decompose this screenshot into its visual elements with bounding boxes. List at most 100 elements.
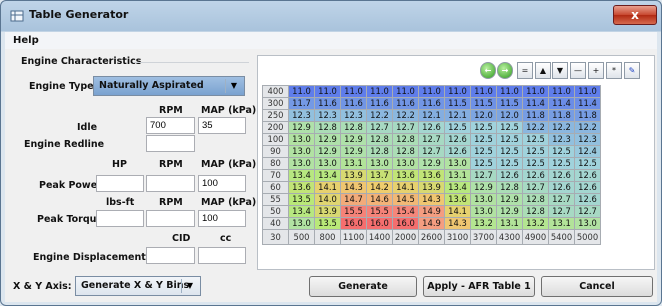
afr-cell[interactable]: 12.7 [548,193,575,206]
afr-cell[interactable]: 11.0 [340,85,367,98]
afr-cell[interactable]: 13.0 [470,205,497,218]
afr-cell[interactable]: 12.5 [496,145,523,158]
afr-cell[interactable]: 12.2 [548,121,575,134]
afr-cell[interactable]: 13.2 [522,217,549,230]
afr-cell[interactable]: 11.0 [548,85,575,98]
afr-cell[interactable]: 12.3 [314,109,341,122]
afr-cell[interactable]: 12.7 [366,121,393,134]
afr-cell[interactable]: 16.0 [366,217,393,230]
afr-cell[interactable]: 12.4 [574,145,601,158]
afr-cell[interactable]: 13.0 [392,157,419,170]
afr-cell[interactable]: 14.1 [444,205,471,218]
x-axis-bin[interactable]: 1100 [340,229,367,245]
chevron-down-icon[interactable]: ▼ [181,279,198,293]
arrow-right-icon[interactable]: → [497,62,513,79]
afr-cell[interactable]: 13.6 [392,169,419,182]
afr-cell[interactable]: 13.0 [574,217,601,230]
afr-cell[interactable]: 12.2 [522,121,549,134]
afr-cell[interactable]: 12.5 [496,121,523,134]
afr-cell[interactable]: 11.6 [392,97,419,110]
afr-cell[interactable]: 13.0 [288,133,315,146]
peak-power-hp-input[interactable] [96,175,144,192]
afr-cell[interactable]: 12.5 [470,157,497,170]
x-axis-bin[interactable]: 4300 [496,229,523,245]
afr-cell[interactable]: 11.6 [366,97,393,110]
afr-cell[interactable]: 13.7 [366,169,393,182]
afr-cell[interactable]: 12.7 [392,121,419,134]
apply-button[interactable]: Apply - AFR Table 1 [423,276,535,297]
plus-button[interactable]: + [588,62,604,79]
peak-power-map-input[interactable] [198,175,246,192]
afr-cell[interactable]: 14.3 [340,181,367,194]
x-axis-bin[interactable]: 5000 [574,229,601,245]
afr-cell[interactable]: 12.9 [496,205,523,218]
y-axis-bin[interactable]: 50 [262,205,289,218]
afr-cell[interactable]: 11.6 [314,97,341,110]
y-axis-bin[interactable]: 80 [262,157,289,170]
afr-cell[interactable]: 11.0 [288,85,315,98]
afr-cell[interactable]: 11.0 [314,85,341,98]
y-axis-bin[interactable]: 100 [262,133,289,146]
y-axis-bin[interactable]: 55 [262,193,289,206]
afr-cell[interactable]: 14.9 [418,217,445,230]
afr-cell[interactable]: 12.8 [340,121,367,134]
x-axis-bin[interactable]: 3100 [444,229,471,245]
redline-rpm-input[interactable] [146,135,195,152]
set-equal-button[interactable]: = [517,62,533,79]
afr-cell[interactable]: 13.0 [470,193,497,206]
generate-button[interactable]: Generate [309,276,417,297]
afr-cell[interactable]: 12.5 [496,133,523,146]
afr-cell[interactable]: 12.3 [548,133,575,146]
afr-cell[interactable]: 12.6 [548,169,575,182]
afr-cell[interactable]: 13.0 [288,157,315,170]
afr-cell[interactable]: 12.5 [444,121,471,134]
afr-cell[interactable]: 11.4 [574,97,601,110]
afr-cell[interactable]: 15.5 [340,205,367,218]
afr-cell[interactable]: 12.6 [574,181,601,194]
afr-cell[interactable]: 12.5 [496,157,523,170]
x-axis-bin[interactable]: 800 [314,229,341,245]
afr-cell[interactable]: 12.7 [418,133,445,146]
afr-cell[interactable]: 15.4 [392,205,419,218]
afr-cell[interactable]: 12.5 [522,157,549,170]
afr-cell[interactable]: 14.1 [392,181,419,194]
afr-cell[interactable]: 13.1 [340,157,367,170]
decrease-button[interactable]: ▼ [552,62,568,79]
afr-cell[interactable]: 13.2 [470,217,497,230]
afr-cell[interactable]: 11.4 [522,97,549,110]
afr-cell[interactable]: 12.9 [314,133,341,146]
afr-cell[interactable]: 12.6 [444,133,471,146]
afr-cell[interactable]: 14.3 [418,193,445,206]
afr-cell[interactable]: 12.5 [574,157,601,170]
x-axis-bin[interactable]: 3700 [470,229,497,245]
afr-cell[interactable]: 12.1 [418,109,445,122]
peak-torque-rpm-input[interactable] [146,210,195,227]
afr-cell[interactable]: 11.0 [444,85,471,98]
afr-cell[interactable]: 13.9 [418,181,445,194]
afr-cell[interactable]: 12.8 [496,181,523,194]
afr-cell[interactable]: 12.7 [574,205,601,218]
title-bar[interactable]: Table Generator x [1,1,661,31]
afr-cell[interactable]: 13.5 [288,193,315,206]
afr-cell[interactable]: 12.7 [548,205,575,218]
afr-cell[interactable]: 12.6 [574,169,601,182]
afr-cell[interactable]: 13.9 [340,169,367,182]
afr-cell[interactable]: 12.5 [470,121,497,134]
y-axis-bin[interactable]: 200 [262,121,289,134]
afr-cell[interactable]: 12.7 [418,145,445,158]
afr-cell[interactable]: 11.0 [470,85,497,98]
afr-cell[interactable]: 13.6 [288,181,315,194]
afr-cell[interactable]: 13.0 [288,145,315,158]
afr-cell[interactable]: 13.4 [288,169,315,182]
afr-cell[interactable]: 13.0 [366,157,393,170]
close-button[interactable]: x [613,5,657,25]
xy-axis-select[interactable]: Generate X & Y Bins ▼ [75,276,201,296]
afr-cell[interactable]: 16.0 [340,217,367,230]
afr-cell[interactable]: 14.3 [444,217,471,230]
afr-cell[interactable]: 11.0 [574,85,601,98]
afr-cell[interactable]: 12.7 [470,169,497,182]
x-axis-bin[interactable]: 2000 [392,229,419,245]
afr-cell[interactable]: 12.7 [522,181,549,194]
afr-cell[interactable]: 12.5 [548,145,575,158]
afr-cell[interactable]: 13.0 [314,157,341,170]
